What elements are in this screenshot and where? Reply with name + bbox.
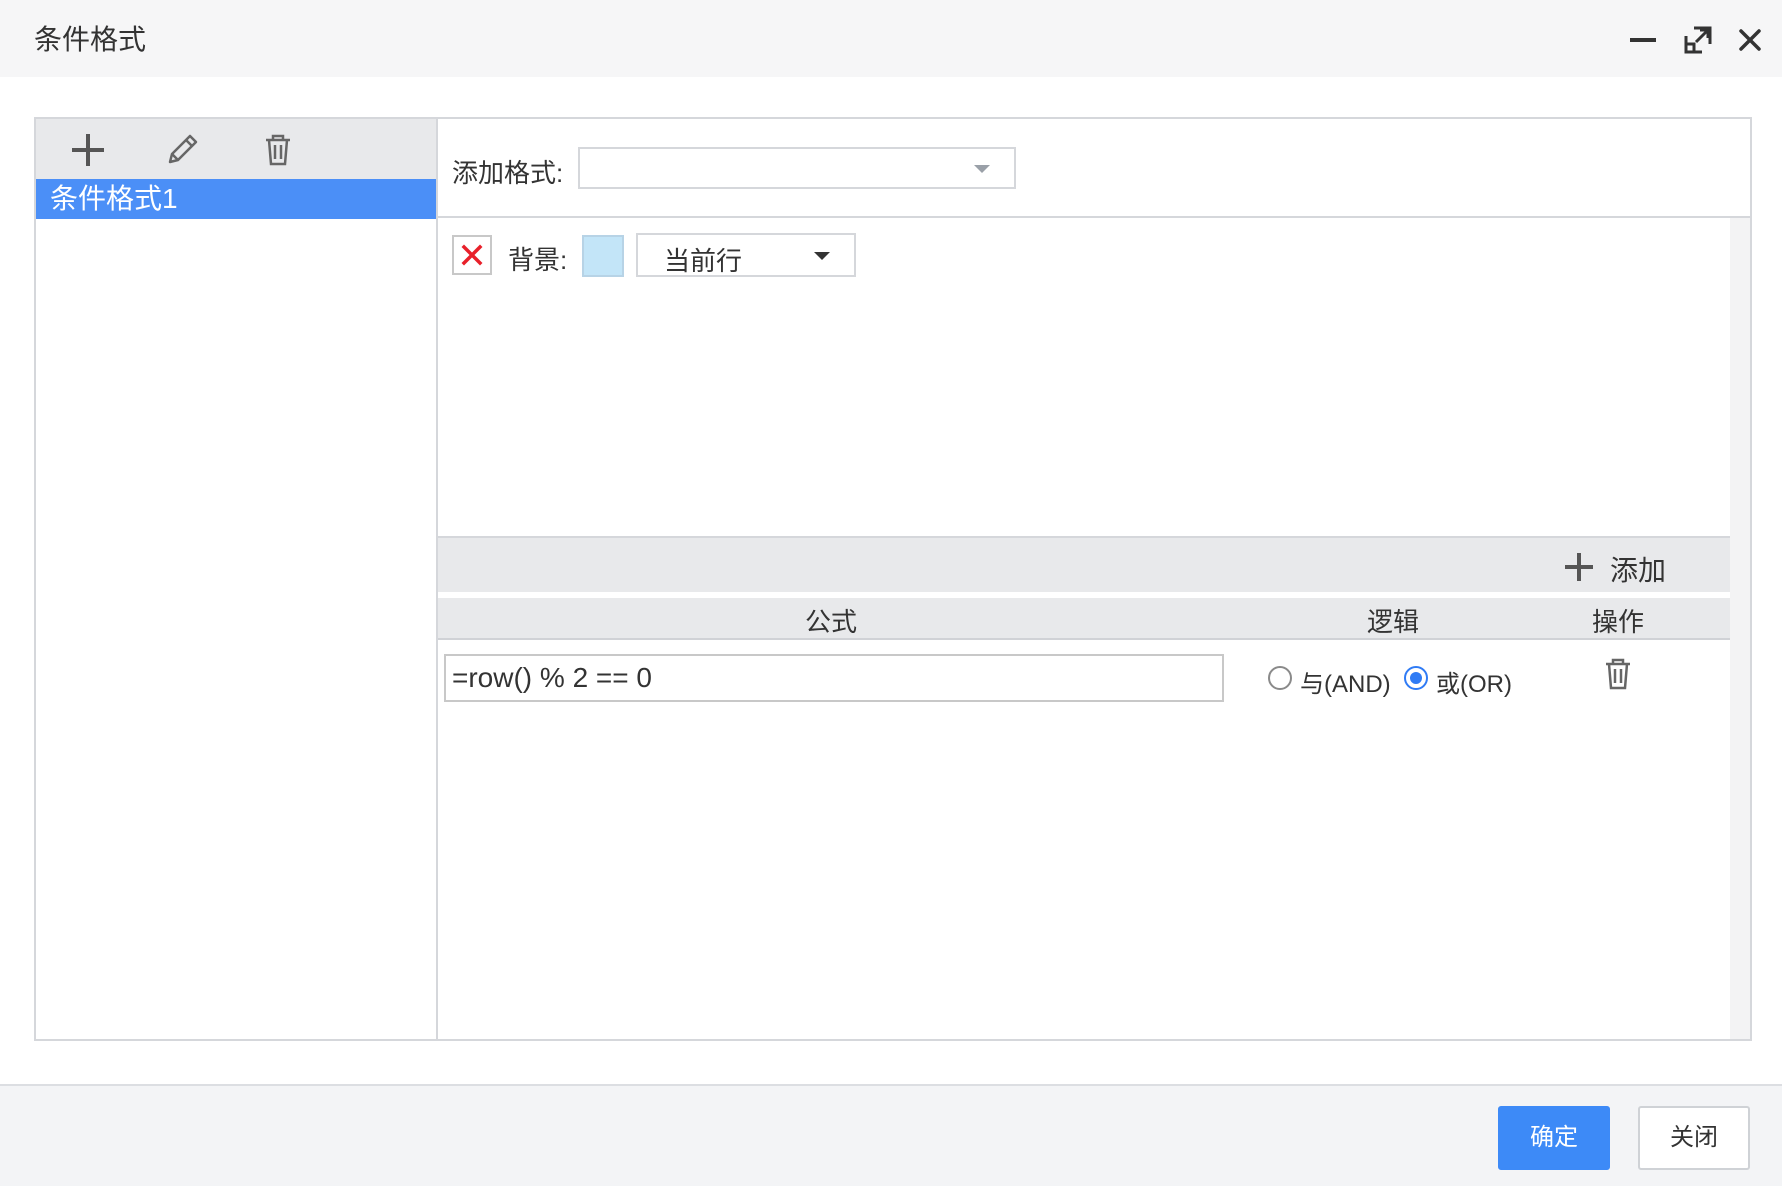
close-button[interactable]: 关闭 — [1638, 1106, 1750, 1170]
format-editor-panel: 添加格式: 背景: 当前行 添加 公式 逻辑 操作 =row() % 2 == … — [438, 119, 1750, 1039]
logic-and-label: 与(AND) — [1300, 671, 1391, 698]
scope-select-value: 当前行 — [664, 246, 743, 276]
add-condition-label: 添加 — [1610, 555, 1667, 586]
pencil-icon[interactable] — [160, 128, 204, 172]
add-condition-button[interactable]: 添加 — [1562, 548, 1672, 586]
dialog-footer: 确定 关闭 — [0, 1084, 1782, 1186]
conditions-table-header: 公式 逻辑 操作 — [438, 598, 1730, 640]
conditions-toolbar: 添加 — [438, 536, 1730, 592]
plus-icon[interactable] — [66, 128, 110, 172]
x-icon — [461, 244, 483, 266]
logic-and-radio[interactable]: 与(AND) — [1268, 662, 1391, 698]
background-color-swatch[interactable] — [582, 235, 624, 277]
format-list-panel: 条件格式1 — [36, 119, 438, 1039]
logic-or-label: 或(OR) — [1436, 671, 1512, 698]
dialog-titlebar[interactable]: 条件格式 — [0, 0, 1782, 77]
trash-icon — [1606, 658, 1630, 690]
format-list-toolbar — [36, 119, 436, 179]
column-header-logic: 逻辑 — [1366, 607, 1419, 637]
trash-icon[interactable] — [256, 128, 300, 172]
logic-or-radio[interactable]: 或(OR) — [1404, 662, 1514, 698]
dialog-body: 条件格式1 添加格式: 背景: 当前行 添加 公式 逻辑 操作 =row() %… — [34, 117, 1752, 1041]
format-scroll-area: 背景: 当前行 添加 公式 逻辑 操作 =row() % 2 == 0 与(AN… — [438, 218, 1730, 1039]
delete-condition-button[interactable] — [1598, 652, 1638, 696]
maximize-icon[interactable] — [1676, 18, 1720, 62]
background-label: 背景: — [508, 245, 568, 275]
minimize-icon[interactable] — [1620, 18, 1664, 62]
column-header-formula: 公式 — [804, 607, 857, 637]
formula-input[interactable] — [444, 654, 1224, 702]
scope-select[interactable]: 当前行 — [636, 233, 856, 277]
add-format-label: 添加格式: — [452, 158, 564, 188]
add-format-select[interactable] — [578, 147, 1016, 189]
close-icon[interactable] — [1728, 18, 1772, 62]
vertical-scrollbar[interactable] — [1730, 218, 1750, 1039]
format-item-row: 背景: 当前行 — [438, 218, 1730, 418]
format-list-item[interactable]: 条件格式1 — [36, 179, 436, 219]
caret-down-icon — [814, 252, 830, 260]
dialog-title: 条件格式 — [34, 24, 147, 55]
plus-icon — [1565, 553, 1593, 581]
column-header-operation: 操作 — [1591, 607, 1644, 637]
confirm-button[interactable]: 确定 — [1498, 1106, 1610, 1170]
add-format-row: 添加格式: — [438, 119, 1750, 218]
delete-format-button[interactable] — [452, 235, 492, 275]
chevron-down-icon — [974, 165, 990, 173]
